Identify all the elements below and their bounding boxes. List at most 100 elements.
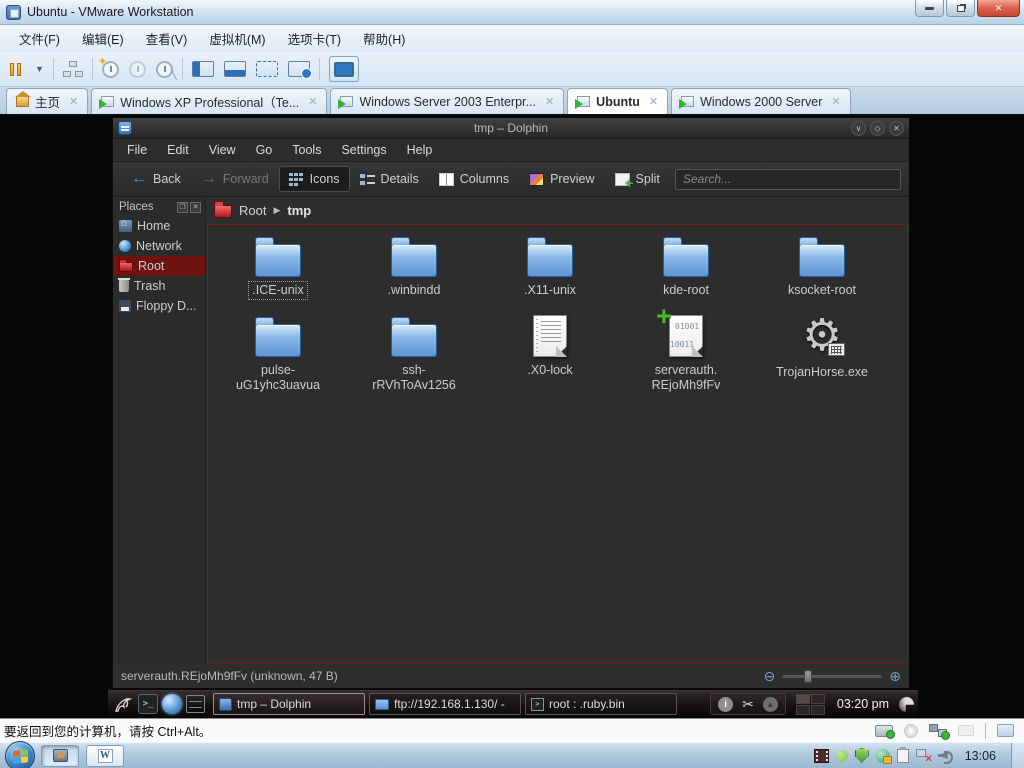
tab-windows-xp[interactable]: Windows XP Professional（Te... ✕ bbox=[91, 88, 327, 114]
notifier-tray-icon[interactable]: ▲ bbox=[763, 697, 778, 712]
grid-squares-icon[interactable] bbox=[63, 61, 83, 77]
places-close-button[interactable]: ✕ bbox=[190, 202, 201, 213]
menu-file[interactable]: 文件(F) bbox=[8, 26, 71, 51]
speaker-icon[interactable] bbox=[938, 749, 954, 762]
dolphin-menu-view[interactable]: View bbox=[199, 141, 246, 159]
forward-button[interactable]: → Forward bbox=[191, 166, 279, 192]
network-error-tray-icon[interactable] bbox=[916, 749, 931, 762]
tab-close-icon[interactable]: ✕ bbox=[545, 95, 554, 108]
search-input[interactable] bbox=[675, 169, 901, 190]
file-item[interactable]: ksocket-root bbox=[759, 233, 885, 299]
minimize-button[interactable] bbox=[915, 0, 944, 17]
hard-disk-status-icon[interactable] bbox=[875, 725, 893, 737]
place-network[interactable]: Network bbox=[113, 236, 205, 256]
show-summary-button[interactable] bbox=[288, 61, 310, 77]
menu-vm[interactable]: 虚拟机(M) bbox=[198, 26, 276, 51]
dolphin-titlebar[interactable]: tmp – Dolphin ∨ ◇ ✕ bbox=[113, 118, 909, 139]
start-button[interactable] bbox=[5, 741, 35, 768]
zoom-slider-handle[interactable] bbox=[804, 670, 812, 683]
menu-edit[interactable]: 编辑(E) bbox=[71, 26, 135, 51]
console-view-button[interactable] bbox=[329, 56, 359, 82]
antivirus-shield-icon[interactable] bbox=[855, 748, 869, 763]
preview-button[interactable]: Preview bbox=[519, 166, 604, 192]
menu-tabs[interactable]: 选项卡(T) bbox=[277, 26, 352, 51]
place-floppy[interactable]: Floppy D... bbox=[113, 296, 205, 316]
zoom-slider[interactable] bbox=[782, 675, 882, 678]
media-player-tray-icon[interactable] bbox=[814, 749, 829, 763]
network-adapter-status-icon[interactable] bbox=[929, 724, 947, 737]
dolphin-close-button[interactable]: ✕ bbox=[889, 121, 904, 136]
tab-close-icon[interactable]: ✕ bbox=[649, 95, 658, 108]
screenshot-status-icon[interactable] bbox=[958, 725, 974, 736]
place-trash[interactable]: Trash bbox=[113, 276, 205, 296]
show-library-button[interactable] bbox=[192, 61, 214, 77]
taskbar-item-ftp[interactable]: ftp://192.168.1.130/ - bbox=[369, 693, 521, 715]
breadcrumb-root[interactable]: Root bbox=[239, 203, 266, 218]
dolphin-menu-tools[interactable]: Tools bbox=[282, 141, 331, 159]
columns-view-button[interactable]: Columns bbox=[429, 166, 519, 192]
menu-view[interactable]: 查看(V) bbox=[135, 26, 199, 51]
file-item[interactable]: ⚙ TrojanHorse.exe bbox=[759, 313, 885, 394]
taskbar-item-dolphin[interactable]: tmp – Dolphin bbox=[213, 693, 365, 715]
taskbar-vmware-button[interactable] bbox=[41, 745, 79, 767]
restore-button[interactable] bbox=[946, 0, 975, 17]
tab-ubuntu[interactable]: Ubuntu ✕ bbox=[567, 88, 668, 114]
file-item[interactable]: pulse- uG1yhc3uavua bbox=[215, 313, 341, 394]
tab-close-icon[interactable]: ✕ bbox=[308, 95, 317, 108]
tab-windows-2003[interactable]: Windows Server 2003 Enterpr... ✕ bbox=[330, 88, 564, 114]
message-status-icon[interactable] bbox=[997, 724, 1014, 737]
zoom-out-icon[interactable]: ⊖ bbox=[764, 668, 776, 685]
panel-cashew-icon[interactable] bbox=[899, 697, 914, 712]
dragon-menu-icon[interactable] bbox=[112, 693, 134, 715]
dolphin-minimize-button[interactable]: ∨ bbox=[851, 121, 866, 136]
green-status-tray-icon[interactable] bbox=[836, 750, 848, 762]
cdrom-status-icon[interactable] bbox=[904, 724, 918, 738]
taskbar-item-terminal[interactable]: > root : .ruby.bin bbox=[525, 693, 677, 715]
details-view-button[interactable]: Details bbox=[350, 166, 429, 192]
security-lock-tray-icon[interactable] bbox=[876, 749, 890, 763]
guest-clock[interactable]: 03:20 pm bbox=[837, 697, 889, 711]
place-root[interactable]: Root bbox=[113, 256, 205, 276]
file-item[interactable]: .X0-lock bbox=[487, 313, 613, 394]
file-item[interactable]: .ICE-unix bbox=[215, 233, 341, 299]
fullscreen-button[interactable] bbox=[256, 61, 278, 77]
snapshot-manager-button[interactable] bbox=[156, 61, 173, 78]
dolphin-menu-edit[interactable]: Edit bbox=[157, 141, 199, 159]
host-clock[interactable]: 13:06 bbox=[965, 749, 996, 763]
menu-help[interactable]: 帮助(H) bbox=[352, 26, 416, 51]
show-thumbnail-bar-button[interactable] bbox=[224, 61, 246, 77]
zoom-in-icon[interactable]: ⊕ bbox=[889, 668, 901, 685]
close-button[interactable]: ✕ bbox=[977, 0, 1020, 17]
file-view[interactable]: .ICE-unix .winbindd .X11-unix kde-root bbox=[207, 224, 908, 663]
file-item[interactable]: kde-root bbox=[623, 233, 749, 299]
power-dropdown-arrow[interactable]: ▼ bbox=[35, 64, 44, 74]
konsole-launcher-icon[interactable]: >_ bbox=[138, 694, 158, 714]
breadcrumb-current[interactable]: tmp bbox=[287, 203, 311, 218]
file-item[interactable]: .winbindd bbox=[351, 233, 477, 299]
tab-windows-2000[interactable]: Windows 2000 Server ✕ bbox=[671, 88, 851, 114]
tab-close-icon[interactable]: ✕ bbox=[831, 95, 840, 108]
dolphin-maximize-button[interactable]: ◇ bbox=[870, 121, 885, 136]
tab-close-icon[interactable]: ✕ bbox=[69, 95, 78, 108]
taskbar-word-button[interactable]: W bbox=[86, 745, 124, 767]
browser-globe-icon[interactable] bbox=[162, 694, 182, 714]
klipper-scissors-icon[interactable]: ✂ bbox=[742, 696, 754, 713]
revert-snapshot-button[interactable] bbox=[129, 61, 146, 78]
desktop-pager[interactable] bbox=[796, 694, 825, 715]
split-button[interactable]: Split bbox=[605, 166, 670, 192]
tab-home[interactable]: 主页 ✕ bbox=[6, 88, 88, 114]
clipboard-tray-icon[interactable] bbox=[897, 749, 909, 763]
show-desktop-button[interactable] bbox=[1011, 743, 1024, 768]
file-item[interactable]: ssh- rRVhToAv1256 bbox=[351, 313, 477, 394]
back-button[interactable]: ← Back bbox=[121, 166, 191, 192]
file-manager-launcher-icon[interactable] bbox=[186, 695, 205, 713]
places-float-button[interactable]: ❐ bbox=[177, 202, 188, 213]
file-item[interactable]: .X11-unix bbox=[487, 233, 613, 299]
dolphin-menu-settings[interactable]: Settings bbox=[331, 141, 396, 159]
dolphin-menu-go[interactable]: Go bbox=[246, 141, 283, 159]
take-snapshot-button[interactable] bbox=[102, 61, 119, 78]
dolphin-menu-file[interactable]: File bbox=[117, 141, 157, 159]
dolphin-menu-help[interactable]: Help bbox=[397, 141, 443, 159]
place-home[interactable]: Home bbox=[113, 216, 205, 236]
info-tray-icon[interactable]: i bbox=[718, 697, 733, 712]
